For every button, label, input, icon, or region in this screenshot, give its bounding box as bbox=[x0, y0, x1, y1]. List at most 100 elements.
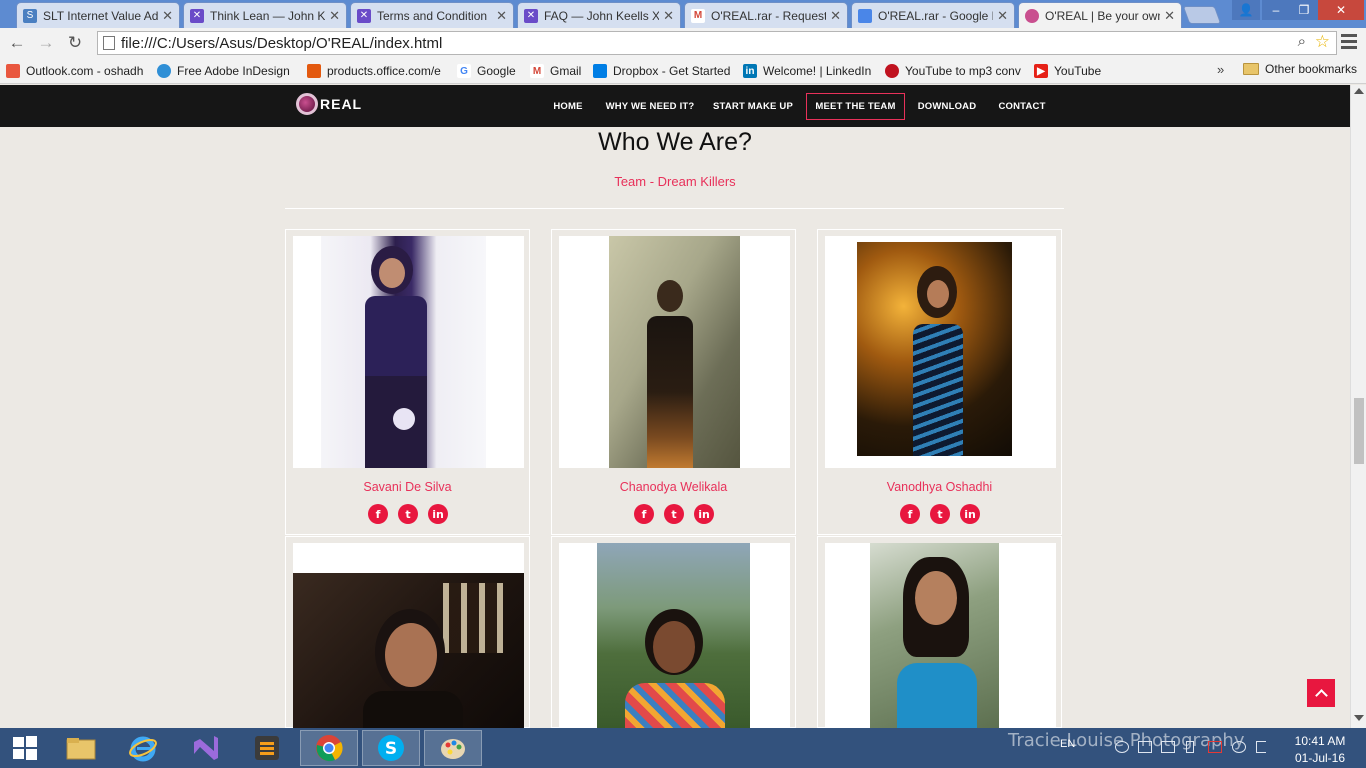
nav-why-we-need-it[interactable]: WHY WE NEED IT? bbox=[602, 93, 698, 120]
bookmark-label: YouTube bbox=[1054, 64, 1102, 78]
facebook-icon[interactable]: f bbox=[634, 504, 654, 524]
visual-studio-taskbar-button[interactable] bbox=[176, 730, 234, 766]
facebook-icon[interactable]: f bbox=[368, 504, 388, 524]
close-icon[interactable]: ✕ bbox=[997, 8, 1008, 24]
nav-contact[interactable]: CONTACT bbox=[992, 93, 1052, 120]
skype-taskbar-button[interactable]: S bbox=[362, 730, 420, 766]
youtube-icon: ▶ bbox=[1034, 64, 1048, 78]
user-icon[interactable]: 👤 bbox=[1232, 0, 1260, 20]
reload-icon[interactable]: ↻ bbox=[64, 32, 86, 54]
tab-faq[interactable]: ✕ FAQ — John Keells X ✕ bbox=[517, 2, 681, 28]
other-bookmarks-folder[interactable]: Other bookmarks bbox=[1243, 62, 1357, 76]
scroll-up-arrow-icon[interactable] bbox=[1354, 88, 1364, 94]
twitter-icon[interactable]: t bbox=[398, 504, 418, 524]
language-indicator[interactable]: EN bbox=[1060, 738, 1075, 750]
bookmark-dropbox[interactable]: Dropbox - Get Started bbox=[593, 62, 733, 80]
bookmark-label: Dropbox - Get Started bbox=[613, 64, 731, 78]
folder-icon bbox=[66, 738, 96, 760]
nav-meet-the-team[interactable]: MEET THE TEAM bbox=[806, 93, 905, 120]
bookmark-youtube[interactable]: ▶ YouTube bbox=[1034, 62, 1114, 80]
paint-taskbar-button[interactable] bbox=[424, 730, 482, 766]
logo-text: REAL bbox=[320, 96, 363, 112]
address-bar[interactable]: file:///C:/Users/Asus/Desktop/O'REAL/ind… bbox=[97, 31, 1337, 55]
file-explorer-taskbar-button[interactable] bbox=[52, 730, 110, 766]
site-logo[interactable]: REAL bbox=[296, 93, 362, 115]
nav-download[interactable]: DOWNLOAD bbox=[912, 93, 982, 120]
bookmark-label: Free Adobe InDesign bbox=[177, 64, 290, 78]
volume-icon[interactable] bbox=[1256, 741, 1266, 753]
network-icon[interactable] bbox=[1115, 741, 1129, 753]
tab-google-drive[interactable]: O'REAL.rar - Google D ✕ bbox=[851, 2, 1015, 28]
tab-think-lean[interactable]: ✕ Think Lean — John Ke ✕ bbox=[183, 2, 347, 28]
chevron-up-icon bbox=[1314, 688, 1328, 702]
clock-date: 01-Jul-16 bbox=[1294, 751, 1346, 765]
tab-gmail-request[interactable]: M O'REAL.rar - Request ✕ bbox=[684, 2, 848, 28]
maximize-button[interactable]: ❐ bbox=[1290, 0, 1318, 20]
twitter-icon[interactable]: t bbox=[664, 504, 684, 524]
forward-arrow-icon[interactable]: → bbox=[35, 32, 57, 54]
chrome-taskbar-button[interactable] bbox=[300, 730, 358, 766]
linkedin-icon[interactable]: in bbox=[694, 504, 714, 524]
sublime-text-taskbar-button[interactable] bbox=[238, 730, 296, 766]
scroll-down-arrow-icon[interactable] bbox=[1354, 715, 1364, 721]
x-icon: ✕ bbox=[524, 8, 538, 23]
google-docs-icon bbox=[858, 8, 872, 23]
browser-toolbar: ← → ↻ file:///C:/Users/Asus/Desktop/O'RE… bbox=[0, 28, 1366, 58]
member-name: Vanodhya Oshadhi bbox=[886, 480, 993, 494]
internet-explorer-taskbar-button[interactable] bbox=[114, 730, 172, 766]
bookmark-outlook[interactable]: Outlook.com - oshadh bbox=[6, 62, 146, 80]
tab-oreal[interactable]: O'REAL | Be your own ✕ bbox=[1018, 2, 1182, 28]
back-arrow-icon[interactable]: ← bbox=[6, 32, 28, 54]
other-bookmarks-label: Other bookmarks bbox=[1265, 62, 1358, 76]
back-to-top-button[interactable] bbox=[1307, 679, 1335, 707]
system-clock[interactable]: 10:41 AM 01-Jul-16 bbox=[1290, 733, 1350, 767]
close-icon[interactable]: ✕ bbox=[329, 8, 340, 24]
folder-icon bbox=[1243, 63, 1259, 75]
tab-terms[interactable]: ✕ Terms and Condition ✕ bbox=[350, 2, 514, 28]
bookmark-yt-mp3[interactable]: YouTube to mp3 conv bbox=[885, 62, 1025, 80]
bookmark-google[interactable]: G Google bbox=[457, 62, 522, 80]
minimize-button[interactable]: – bbox=[1262, 0, 1290, 20]
zoom-icon[interactable]: ⌕ bbox=[1298, 33, 1306, 50]
paint-palette-icon bbox=[441, 739, 465, 759]
sync-icon[interactable] bbox=[1232, 741, 1246, 753]
bookmark-linkedin[interactable]: in Welcome! | LinkedIn bbox=[743, 62, 878, 80]
url-text[interactable]: file:///C:/Users/Asus/Desktop/O'REAL/ind… bbox=[121, 35, 442, 52]
member-photo bbox=[559, 543, 790, 728]
start-button[interactable] bbox=[0, 730, 50, 766]
close-icon[interactable]: ✕ bbox=[1164, 8, 1175, 24]
twitter-icon[interactable]: t bbox=[930, 504, 950, 524]
scrollbar-thumb[interactable] bbox=[1354, 398, 1364, 464]
linkedin-icon[interactable]: in bbox=[428, 504, 448, 524]
page-scrollbar[interactable] bbox=[1350, 85, 1366, 728]
bookmark-gmail[interactable]: M Gmail bbox=[530, 62, 585, 80]
more-bookmarks-button[interactable]: » bbox=[1217, 62, 1224, 77]
member-photo bbox=[825, 543, 1056, 728]
bookmark-indesign[interactable]: Free Adobe InDesign bbox=[157, 62, 292, 80]
bookmark-star-icon[interactable]: ☆ bbox=[1315, 32, 1330, 52]
member-name: Chanodya Welikala bbox=[619, 480, 728, 494]
battery-icon[interactable] bbox=[1186, 741, 1194, 753]
facebook-icon[interactable]: f bbox=[900, 504, 920, 524]
menu-icon[interactable] bbox=[1341, 34, 1357, 50]
window-close-button[interactable]: ✕ bbox=[1318, 0, 1364, 20]
bookmark-office[interactable]: products.office.com/e bbox=[307, 62, 447, 80]
close-icon[interactable]: ✕ bbox=[830, 8, 841, 24]
linkedin-icon[interactable]: in bbox=[960, 504, 980, 524]
chrome-icon bbox=[316, 735, 343, 762]
action-center-icon[interactable] bbox=[1161, 741, 1175, 753]
nav-home[interactable]: HOME bbox=[544, 93, 592, 120]
x-icon: ✕ bbox=[357, 8, 371, 23]
record-icon bbox=[885, 64, 899, 78]
display-icon[interactable] bbox=[1138, 741, 1152, 753]
gmail-icon: M bbox=[691, 8, 705, 23]
close-icon[interactable]: ✕ bbox=[663, 8, 674, 24]
wifi-off-icon[interactable] bbox=[1208, 741, 1222, 753]
close-icon[interactable]: ✕ bbox=[496, 8, 507, 24]
nav-start-make-up[interactable]: START MAKE UP bbox=[708, 93, 798, 120]
tab-strip: S SLT Internet Value Ad ✕ ✕ Think Lean —… bbox=[0, 0, 1366, 28]
section-title: Who We Are? bbox=[598, 128, 752, 156]
new-tab-button[interactable] bbox=[1182, 6, 1222, 24]
close-icon[interactable]: ✕ bbox=[162, 8, 173, 24]
tab-slt[interactable]: S SLT Internet Value Ad ✕ bbox=[16, 2, 180, 28]
